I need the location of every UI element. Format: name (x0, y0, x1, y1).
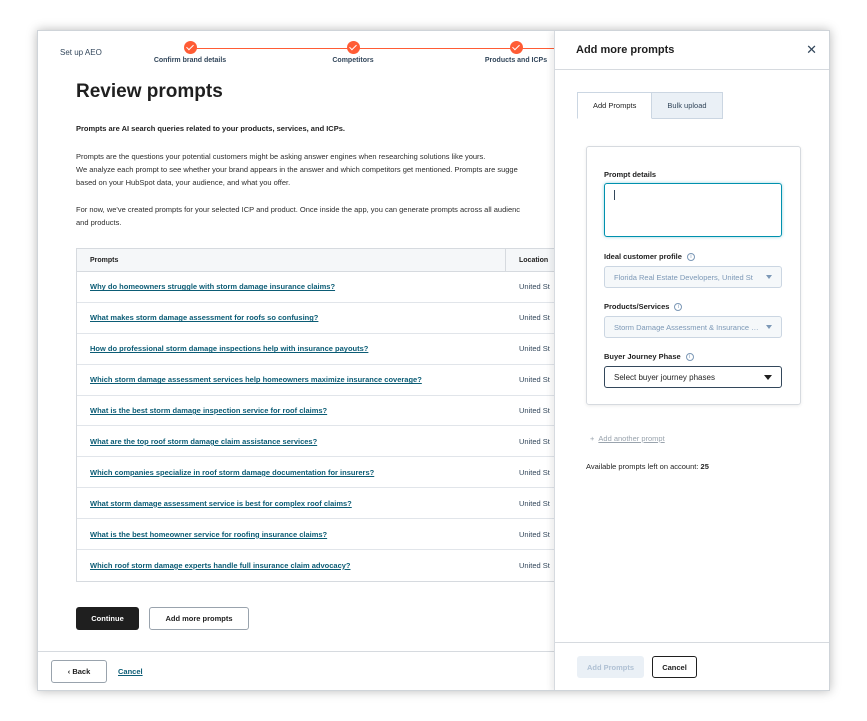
caret-down-icon (764, 375, 772, 380)
products-label: Products/Services i (604, 302, 683, 311)
panel-cancel-button[interactable]: Cancel (652, 656, 697, 678)
table-row: How do professional storm damage inspect… (77, 334, 555, 365)
setup-label: Set up AEO (60, 48, 102, 57)
prompt-link[interactable]: Why do homeowners struggle with storm da… (77, 282, 506, 291)
location-cell: United St (519, 498, 550, 508)
description-paragraph: Prompts are the questions your potential… (76, 150, 596, 189)
panel-title: Add more prompts (576, 44, 675, 56)
prompt-details-textarea[interactable] (604, 183, 782, 237)
prompt-details-label: Prompt details (604, 170, 656, 179)
tab-add-prompts[interactable]: Add Prompts (577, 92, 653, 119)
prompt-form-card: Prompt details Ideal customer profile i … (586, 146, 801, 405)
location-cell: United St (519, 467, 550, 477)
field-label: Buyer Journey Phase (604, 352, 681, 361)
table-row: Why do homeowners struggle with storm da… (77, 272, 555, 303)
prompt-link[interactable]: What is the best homeowner service for r… (77, 530, 506, 539)
location-cell: United St (519, 313, 550, 323)
column-header-prompts[interactable]: Prompts (77, 249, 506, 271)
icp-label: Ideal customer profile i (604, 252, 695, 261)
location-cell: United St (519, 529, 550, 539)
caret-down-icon (766, 275, 772, 279)
description-line: based on your HubSpot data, your audienc… (76, 178, 291, 187)
add-another-label: Add another prompt (598, 434, 665, 443)
journey-select[interactable]: Select buyer journey phases (604, 366, 782, 388)
description-line: Prompts are the questions your potential… (76, 152, 486, 161)
prompt-link[interactable]: What makes storm damage assessment for r… (77, 313, 506, 322)
prompt-link[interactable]: What storm damage assessment service is … (77, 499, 506, 508)
icp-select[interactable]: Florida Real Estate Developers, United S… (604, 266, 782, 288)
check-icon (346, 41, 360, 54)
caret-down-icon (766, 325, 772, 329)
table-row: What is the best homeowner service for r… (77, 519, 555, 551)
cancel-link[interactable]: Cancel (118, 667, 143, 676)
journey-label: Buyer Journey Phase i (604, 352, 694, 361)
add-prompts-panel: Add more prompts ✕ Add Prompts Bulk uplo… (554, 31, 829, 690)
check-icon (183, 41, 197, 54)
table-row: Which storm damage assessment services h… (77, 365, 555, 396)
prompt-link[interactable]: Which companies specialize in roof storm… (77, 468, 506, 477)
back-button[interactable]: ‹ Back (51, 660, 107, 683)
available-prompts: Available prompts left on account: 25 (586, 462, 709, 471)
add-another-prompt-link[interactable]: + Add another prompt (590, 434, 665, 443)
plus-icon: + (590, 434, 595, 443)
prompt-link[interactable]: What are the top roof storm damage claim… (77, 437, 506, 446)
available-count: 25 (700, 462, 709, 471)
table-header: Prompts Location (77, 249, 555, 272)
back-label: Back (72, 667, 91, 676)
intro-text: Prompts are AI search queries related to… (76, 124, 345, 133)
journey-value: Select buyer journey phases (614, 372, 715, 382)
description-line: and products. (76, 218, 122, 227)
table-row: Which roof storm damage experts handle f… (77, 550, 555, 581)
prompt-link[interactable]: Which storm damage assessment services h… (77, 375, 506, 384)
tab-bulk-upload[interactable]: Bulk upload (652, 92, 723, 119)
field-label: Prompt details (604, 170, 657, 179)
step-confirm-brand[interactable]: Confirm brand details (135, 41, 245, 64)
table-row: What is the best storm damage inspection… (77, 396, 555, 427)
location-cell: United St (519, 282, 550, 292)
step-label: Confirm brand details (153, 57, 227, 64)
location-cell: United St (519, 406, 550, 415)
table-row: What are the top roof storm damage claim… (77, 426, 555, 458)
location-cell: United St (519, 375, 550, 385)
description-line: For now, we've created prompts for your … (76, 205, 521, 214)
table-row: Which companies specialize in roof storm… (77, 457, 555, 489)
column-header-location[interactable]: Location (506, 257, 548, 264)
location-cell: United St (519, 344, 550, 354)
app-window: Set up AEO Confirm brand details Competi… (37, 30, 830, 691)
icp-value: Florida Real Estate Developers, United S… (614, 272, 753, 282)
table-row: What makes storm damage assessment for r… (77, 303, 555, 334)
check-icon (509, 41, 523, 54)
prompt-link[interactable]: Which roof storm damage experts handle f… (77, 561, 506, 570)
location-cell: United St (519, 436, 550, 446)
continue-button[interactable]: Continue (76, 607, 139, 630)
info-icon[interactable]: i (685, 352, 694, 361)
panel-divider (555, 69, 829, 70)
add-more-prompts-button[interactable]: Add more prompts (149, 607, 249, 630)
page-title: Review prompts (76, 81, 223, 102)
location-cell: United St (519, 560, 550, 570)
info-icon[interactable]: i (674, 302, 683, 311)
chevron-left-icon: ‹ (67, 667, 71, 676)
field-label: Products/Services (604, 302, 670, 311)
available-label: Available prompts left on account: (586, 462, 699, 471)
add-prompts-button[interactable]: Add Prompts (577, 656, 644, 678)
prompts-table: Prompts Location Why do homeowners strug… (76, 248, 556, 582)
info-icon[interactable]: i (686, 252, 695, 261)
prompt-link[interactable]: What is the best storm damage inspection… (77, 406, 506, 415)
step-label: Competitors (332, 57, 374, 64)
prompt-link[interactable]: How do professional storm damage inspect… (77, 344, 506, 353)
products-select[interactable]: Storm Damage Assessment & Insurance Clai… (604, 316, 782, 338)
field-label: Ideal customer profile (604, 252, 682, 261)
footer-divider (38, 651, 554, 652)
panel-footer-divider (555, 642, 829, 643)
step-competitors[interactable]: Competitors (298, 41, 408, 64)
close-icon[interactable]: ✕ (806, 42, 817, 58)
description-line: We analyze each prompt to see whether yo… (76, 165, 518, 174)
products-value: Storm Damage Assessment & Insurance Clai… (614, 322, 764, 332)
table-row: What storm damage assessment service is … (77, 488, 555, 520)
description-paragraph-2: For now, we've created prompts for your … (76, 203, 596, 229)
panel-tabs: Add Prompts Bulk upload (577, 92, 723, 119)
